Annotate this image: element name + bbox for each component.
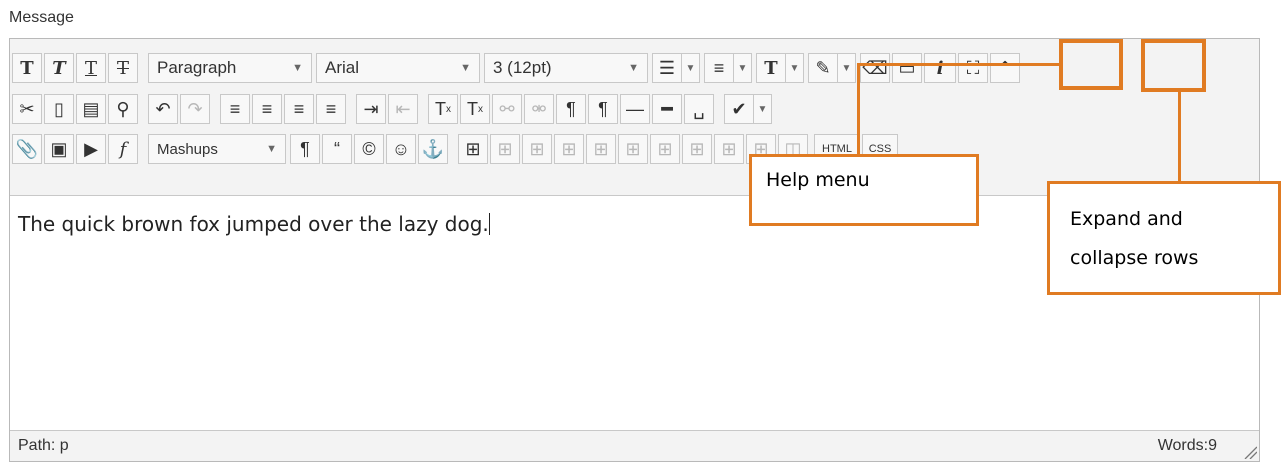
collapse-icon-highlight <box>1141 39 1206 92</box>
bullet-list-split[interactable]: ☰ ▼ <box>652 53 700 83</box>
link-icon[interactable]: ⚯ <box>492 94 522 124</box>
table-icon[interactable]: ⊞ <box>458 134 488 164</box>
chevron-down-icon: ▼ <box>460 62 471 74</box>
thick-rule-icon[interactable]: ━ <box>652 94 682 124</box>
media-icon[interactable]: ▶ <box>76 134 106 164</box>
table-props-icon[interactable]: ⊞ <box>682 134 712 164</box>
table-insert-icon[interactable]: ⊞ <box>714 134 744 164</box>
chevron-down-icon[interactable]: ▼ <box>786 53 804 83</box>
table-col-icon[interactable]: ⊞ <box>522 134 552 164</box>
superscript-icon[interactable]: Tx <box>428 94 458 124</box>
emoticon-icon[interactable]: ☺ <box>386 134 416 164</box>
mashups-label: Mashups <box>157 140 218 158</box>
editor-content: The quick brown fox jumped over the lazy… <box>18 212 490 236</box>
help-icon-highlight <box>1059 39 1123 90</box>
help-callout-line-h <box>857 63 1059 66</box>
anchor-icon[interactable]: ⚓ <box>418 134 448 164</box>
status-bar: Path: p Words:9 <box>10 431 1259 461</box>
chevron-down-icon[interactable]: ▼ <box>754 94 772 124</box>
cut-icon[interactable]: ✂ <box>12 94 42 124</box>
font-size-value: 3 (12pt) <box>493 58 552 77</box>
element-path: Path: p <box>18 437 69 454</box>
eraser-icon[interactable]: ⌫ <box>860 53 890 83</box>
expand-collapse-line1: Expand and <box>1070 208 1183 230</box>
bullet-list-icon[interactable]: ☰ <box>652 53 682 83</box>
strikethrough-button[interactable]: T <box>108 53 138 83</box>
help-callout-line-v <box>857 63 860 155</box>
find-icon[interactable]: ⚲ <box>108 94 138 124</box>
expand-collapse-callout-text: Expand and collapse rows <box>1070 200 1198 278</box>
font-size-dropdown[interactable]: 3 (12pt) ▼ <box>484 53 648 83</box>
redo-icon[interactable]: ↷ <box>180 94 210 124</box>
chevron-down-icon[interactable]: ▼ <box>734 53 752 83</box>
align-left-icon[interactable]: ≡ <box>220 94 250 124</box>
math-formula-icon[interactable]: f <box>108 134 138 164</box>
preview-monitor-icon[interactable]: ▭ <box>892 53 922 83</box>
word-count: Words:9 <box>1157 437 1217 454</box>
format-block-value: Paragraph <box>157 58 237 77</box>
chevron-down-icon[interactable]: ▼ <box>682 53 700 83</box>
highlight-color-split[interactable]: ✎ ▼ <box>808 53 856 83</box>
image-icon[interactable]: ▣ <box>44 134 74 164</box>
indent-icon[interactable]: ⇥ <box>356 94 386 124</box>
help-menu-callout: Help menu <box>749 154 979 226</box>
toolbar-row-2: ✂ ▯ ▤ ⚲ ↶ ↷ ≡ ≡ ≡ ≡ ⇥ ⇤ Tx Tx ⚯ ⚮ ¶ ¶ — … <box>12 88 1257 130</box>
message-label: Message <box>9 9 74 26</box>
mashups-dropdown[interactable]: Mashups ▼ <box>148 134 286 164</box>
chevron-down-icon: ▼ <box>266 143 277 155</box>
bold-button[interactable]: T <box>12 53 42 83</box>
numbered-list-icon[interactable]: ≡ <box>704 53 734 83</box>
ltr-icon[interactable]: ¶ <box>556 94 586 124</box>
expand-collapse-line2: collapse rows <box>1070 247 1199 269</box>
table-delete-icon[interactable]: ⊞ <box>650 134 680 164</box>
align-justify-icon[interactable]: ≡ <box>316 94 346 124</box>
italic-button[interactable]: T <box>44 53 74 83</box>
spellcheck-icon[interactable]: ✔ <box>724 94 754 124</box>
table-row-icon[interactable]: ⊞ <box>490 134 520 164</box>
table-merge-icon[interactable]: ⊞ <box>586 134 616 164</box>
table-split-icon[interactable]: ⊞ <box>618 134 648 164</box>
blockquote-icon[interactable]: “ <box>322 134 352 164</box>
undo-icon[interactable]: ↶ <box>148 94 178 124</box>
expand-callout-line-v <box>1178 92 1181 182</box>
help-menu-callout-text: Help menu <box>766 169 870 191</box>
font-family-value: Arial <box>325 58 360 77</box>
horizontal-rule-icon[interactable]: — <box>620 94 650 124</box>
editor-text: The quick brown fox jumped over the lazy… <box>18 212 489 236</box>
chevron-down-icon: ▼ <box>292 62 303 74</box>
help-info-icon[interactable]: i <box>924 53 956 83</box>
text-color-split[interactable]: T ▼ <box>756 53 804 83</box>
collapse-rows-icon[interactable]: ⌃ <box>990 53 1020 83</box>
fullscreen-icon[interactable]: ⛶ <box>958 53 988 83</box>
format-block-dropdown[interactable]: Paragraph ▼ <box>148 53 312 83</box>
align-right-icon[interactable]: ≡ <box>284 94 314 124</box>
toolbar-row-3: 📎 ▣ ▶ f Mashups ▼ ¶ “ © ☺ ⚓ ⊞ ⊞ ⊞ ⊞ ⊞ ⊞ ⊞… <box>12 128 1257 170</box>
table-cell-icon[interactable]: ⊞ <box>554 134 584 164</box>
highlighter-icon[interactable]: ✎ <box>808 53 838 83</box>
rtl-icon[interactable]: ¶ <box>588 94 618 124</box>
text-color-icon[interactable]: T <box>756 53 786 83</box>
chevron-down-icon: ▼ <box>628 62 639 74</box>
spellcheck-split[interactable]: ✔ ▼ <box>724 94 772 124</box>
numbered-list-split[interactable]: ≡ ▼ <box>704 53 752 83</box>
attachment-icon[interactable]: 📎 <box>12 134 42 164</box>
copy-icon[interactable]: ▯ <box>44 94 74 124</box>
expand-collapse-callout: Expand and collapse rows <box>1047 181 1281 295</box>
resize-grip-icon[interactable] <box>1243 445 1257 459</box>
paste-icon[interactable]: ▤ <box>76 94 106 124</box>
unlink-icon[interactable]: ⚮ <box>524 94 554 124</box>
chevron-down-icon[interactable]: ▼ <box>838 53 856 83</box>
nonbreaking-space-icon[interactable]: ␣ <box>684 94 714 124</box>
align-center-icon[interactable]: ≡ <box>252 94 282 124</box>
subscript-icon[interactable]: Tx <box>460 94 490 124</box>
copyright-icon[interactable]: © <box>354 134 384 164</box>
text-cursor <box>488 213 490 235</box>
pilcrow-icon[interactable]: ¶ <box>290 134 320 164</box>
underline-button[interactable]: T <box>76 53 106 83</box>
font-family-dropdown[interactable]: Arial ▼ <box>316 53 480 83</box>
outdent-icon[interactable]: ⇤ <box>388 94 418 124</box>
